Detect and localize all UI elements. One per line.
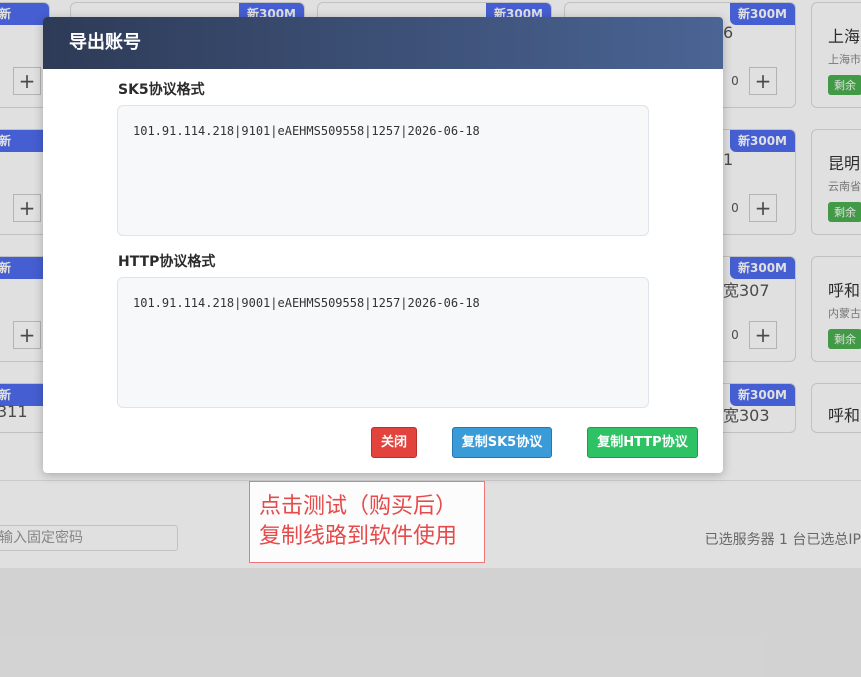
annotation-line-1: 点击测试（购买后）: [259, 494, 458, 519]
sk5-format-textarea[interactable]: 101.91.114.218|9101|eAEHMS509558|1257|20…: [117, 105, 649, 236]
close-button[interactable]: 关闭: [371, 427, 417, 458]
annotation-line-2: 复制线路到软件使用: [259, 524, 458, 549]
tutorial-annotation: 点击测试（购买后） 复制线路到软件使用: [249, 481, 485, 563]
sk5-format-label: SK5协议格式: [118, 82, 205, 98]
http-format-textarea[interactable]: 101.91.114.218|9001|eAEHMS509558|1257|20…: [117, 277, 649, 408]
http-format-label: HTTP协议格式: [118, 254, 216, 270]
copy-http-button[interactable]: 复制HTTP协议: [587, 427, 698, 458]
copy-sk5-button[interactable]: 复制SK5协议: [452, 427, 552, 458]
export-account-dialog: 导出账号 SK5协议格式 101.91.114.218|9101|eAEHMS5…: [43, 17, 723, 473]
dialog-title: 导出账号: [43, 17, 723, 69]
